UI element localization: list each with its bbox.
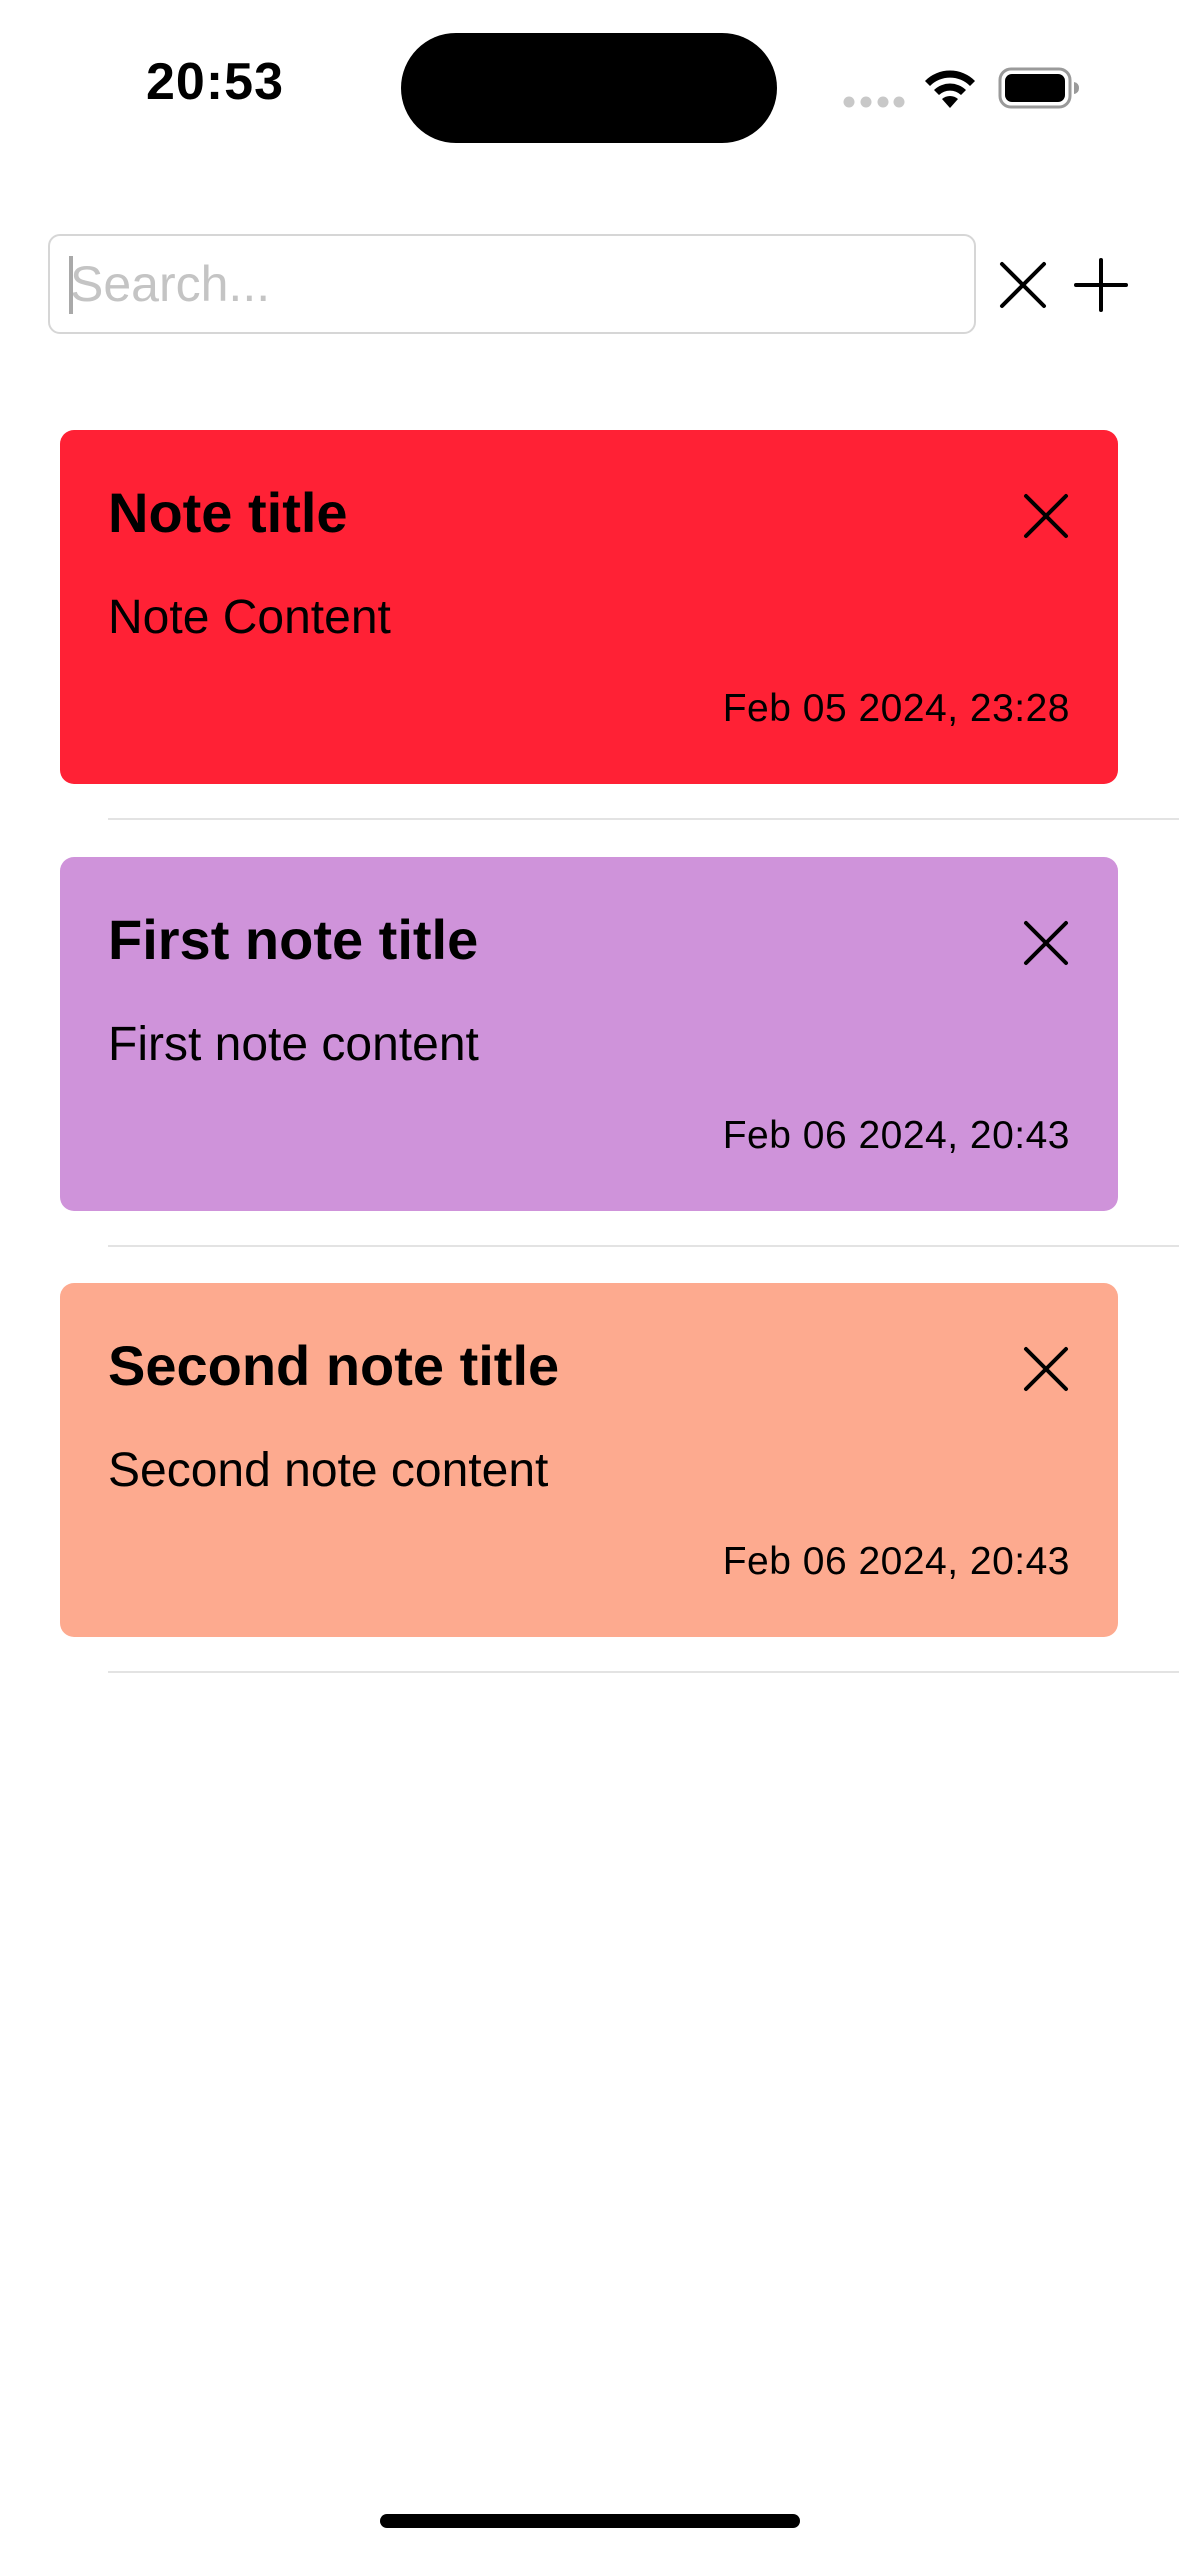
note-content: Second note content [108,1444,549,1497]
row-separator [108,1245,1179,1247]
note-title: First note title [108,908,479,971]
delete-note-button[interactable] [1022,919,1070,967]
note-card[interactable]: Note title Note Content Feb 05 2024, 23:… [60,430,1118,784]
note-card[interactable]: Second note title Second note content Fe… [60,1283,1118,1637]
battery-icon [998,67,1079,109]
note-title: Second note title [108,1334,560,1397]
note-date: Feb 06 2024, 20:43 [722,1114,1070,1157]
list-item: Note title Note Content Feb 05 2024, 23:… [0,430,1179,856]
note-content: Note Content [108,591,391,644]
search-input[interactable] [48,234,976,334]
dynamic-island [401,33,777,143]
plus-icon [1074,258,1128,312]
close-icon [1024,921,1068,965]
note-date: Feb 06 2024, 20:43 [722,1540,1070,1583]
status-bar: 20:53 [0,0,1179,170]
close-icon [1024,494,1068,538]
row-separator [108,818,1179,820]
home-indicator[interactable] [380,2514,800,2528]
list-item: First note title First note content Feb … [0,857,1179,1283]
clear-search-button[interactable] [994,256,1052,314]
add-note-button[interactable] [1070,254,1132,316]
delete-note-button[interactable] [1022,1345,1070,1393]
cellular-signal-icon [843,96,905,108]
note-card[interactable]: First note title First note content Feb … [60,857,1118,1211]
note-content: First note content [108,1018,479,1071]
close-icon [1024,1347,1068,1391]
row-separator [108,1671,1179,1673]
text-cursor [69,256,73,314]
delete-note-button[interactable] [1022,492,1070,540]
close-icon [1000,262,1046,308]
search-bar [0,232,1179,336]
note-date: Feb 05 2024, 23:28 [722,687,1070,730]
wifi-icon [925,70,975,108]
list-item: Second note title Second note content Fe… [0,1283,1179,1709]
status-time: 20:53 [146,53,284,111]
note-title: Note title [108,481,348,544]
